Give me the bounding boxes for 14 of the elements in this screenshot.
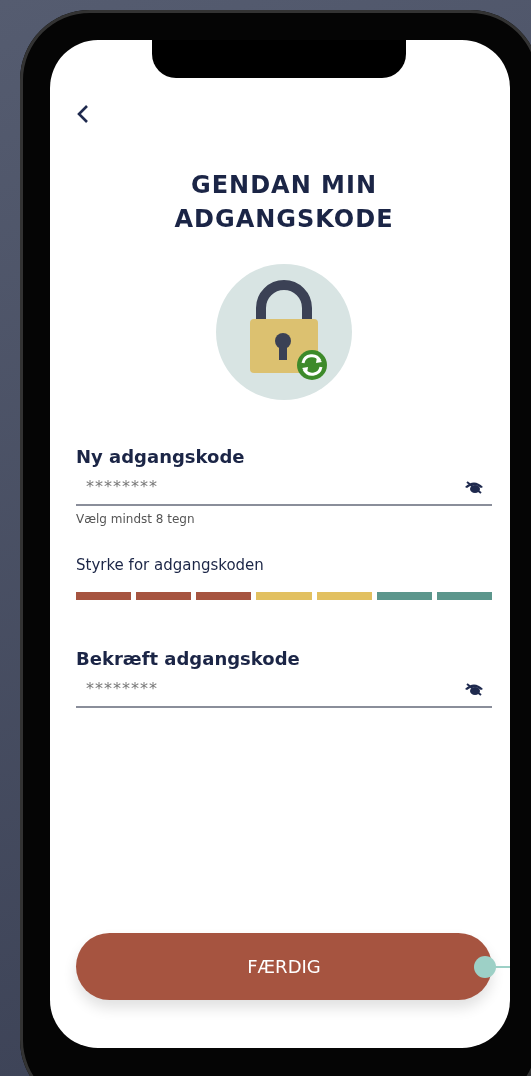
eye-slash-icon[interactable] xyxy=(464,681,484,696)
password-field[interactable]: ******** xyxy=(76,469,492,506)
chevron-left-icon xyxy=(76,104,90,124)
strength-label: Styrke for adgangskoden xyxy=(76,556,265,574)
done-button[interactable]: FÆRDIG xyxy=(76,933,492,1000)
padlock-refresh-icon xyxy=(216,264,352,400)
page-title: GENDAN MIN ADGANGSKODE xyxy=(173,170,395,235)
field-label: Bekræft adgangskode xyxy=(76,648,301,669)
password-field[interactable]: ******** xyxy=(76,671,492,708)
eye-slash-icon[interactable] xyxy=(464,479,484,494)
password-value: ******** xyxy=(86,477,158,496)
hint-text: Vælg mindst 8 tegn xyxy=(76,512,196,526)
field-label: Ny adgangskode xyxy=(76,446,246,467)
password-value: ******** xyxy=(86,679,158,698)
